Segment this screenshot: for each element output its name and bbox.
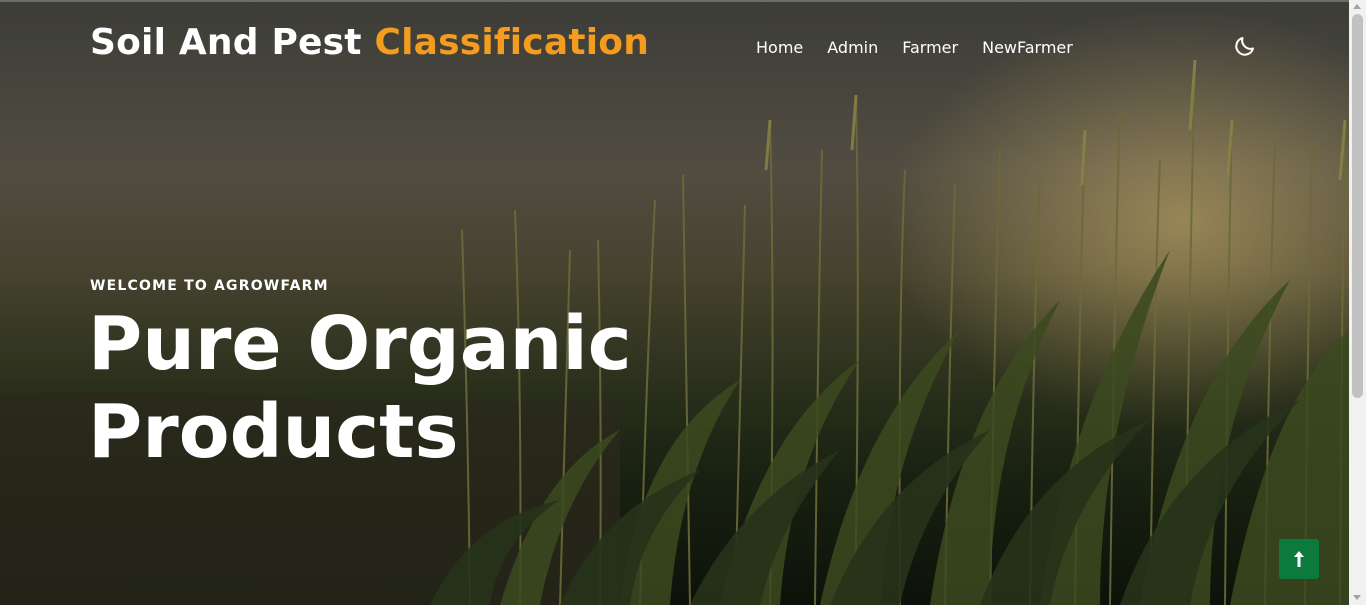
back-to-top-button[interactable] — [1279, 539, 1319, 579]
brand-text: Soil And Pest — [90, 22, 362, 63]
page-scrollbar[interactable] — [1349, 0, 1366, 605]
hero-title: Pure Organic Products — [88, 300, 708, 476]
hero-subtitle: WELCOME TO AGROWFARM — [90, 278, 329, 294]
scrollbar-thumb[interactable] — [1352, 14, 1363, 398]
site-brand[interactable]: Soil And Pest Classification — [90, 22, 649, 63]
hero-title-line-2: Products — [88, 389, 459, 475]
main-nav: Home Admin Farmer NewFarmer — [756, 38, 1097, 57]
top-border — [0, 0, 1349, 2]
nav-farmer[interactable]: Farmer — [902, 38, 958, 57]
nav-new-farmer[interactable]: NewFarmer — [982, 38, 1073, 57]
hero-title-line-1: Pure Organic — [88, 301, 632, 387]
arrow-up-icon — [1294, 551, 1304, 567]
nav-home[interactable]: Home — [756, 38, 803, 57]
theme-toggle-button[interactable] — [1233, 34, 1257, 58]
nav-admin[interactable]: Admin — [827, 38, 878, 57]
moon-icon — [1235, 37, 1254, 56]
scroll-down-arrow-icon[interactable] — [1353, 595, 1361, 600]
brand-accent-text: Classification — [374, 22, 650, 63]
scroll-up-arrow-icon[interactable] — [1353, 4, 1361, 9]
